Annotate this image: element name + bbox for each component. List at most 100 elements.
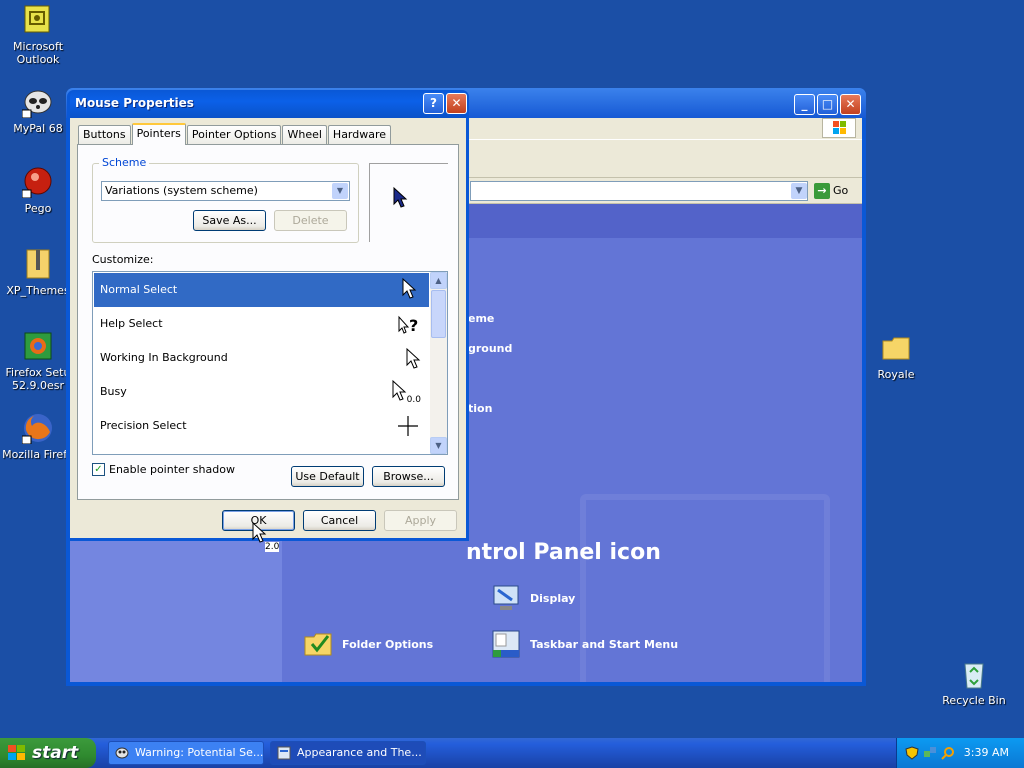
tab-hardware[interactable]: Hardware (327, 125, 392, 145)
arrow-cursor-icon (393, 186, 408, 208)
mouse-properties-dialog[interactable]: Mouse Properties ? ✕ Buttons Pointers Po… (67, 90, 469, 541)
tab-wheel[interactable]: Wheel (282, 125, 327, 145)
desktop-icon-pego[interactable]: Pego (0, 166, 76, 215)
list-item-label: Normal Select (100, 283, 178, 296)
clock[interactable]: 3:39 AM (964, 738, 1009, 768)
search-icon[interactable] (941, 746, 955, 760)
crosshair-cursor-icon (398, 416, 418, 436)
task-link[interactable]: tion (468, 402, 492, 415)
taskbar-button[interactable]: Warning: Potential Se... (108, 741, 264, 765)
arrow-cursor-icon (402, 277, 417, 299)
desktop-icon-xp-themes[interactable]: XP_Themes (0, 248, 76, 297)
list-item[interactable]: Help Select ? (94, 307, 429, 341)
list-item[interactable]: Working In Background (94, 341, 429, 375)
taskbar: start Warning: Potential Se... Appearanc… (0, 738, 1024, 768)
start-button[interactable]: start (0, 738, 96, 768)
scroll-up-icon[interactable]: ▲ (430, 272, 447, 289)
task-link[interactable]: eme (468, 312, 494, 325)
minimize-button[interactable]: _ (794, 94, 815, 115)
save-as-button[interactable]: Save As... (193, 210, 266, 231)
desktop-icon-label: MyPal 68 (13, 122, 63, 135)
cp-item-display[interactable]: Display (490, 582, 575, 614)
list-item-label: Help Select (100, 317, 163, 330)
desktop-icon-royale[interactable]: Royale (858, 332, 934, 381)
arrow-cursor-icon (406, 347, 421, 369)
outlook-icon (22, 4, 54, 36)
browse-button[interactable]: Browse... (372, 466, 445, 487)
pointers-tab-panel: Scheme Variations (system scheme) ▼ Save… (77, 144, 459, 500)
pointer-shadow-checkbox[interactable]: ✓ (92, 463, 105, 476)
dialog-body: Buttons Pointers Pointer Options Wheel H… (70, 118, 466, 538)
display-icon (490, 582, 522, 614)
cp-item-label: Taskbar and Start Menu (530, 637, 679, 651)
list-item-label: Working In Background (100, 351, 228, 364)
folder-options-icon (302, 628, 334, 660)
maximize-button[interactable]: □ (817, 94, 838, 115)
tab-pointer-options[interactable]: Pointer Options (186, 125, 282, 145)
dialog-titlebar[interactable]: Mouse Properties ? ✕ (70, 90, 467, 118)
use-default-button[interactable]: Use Default (291, 466, 364, 487)
help-cursor-icon: ? (398, 315, 418, 335)
task-label: Warning: Potential Se... (135, 746, 264, 759)
desktop-icon-firefox-setup[interactable]: Firefox Setu 52.9.0esr (0, 330, 76, 392)
desktop-icon-label: Mozilla Firefo (2, 448, 74, 461)
cp-item-folder-options[interactable]: Folder Options (302, 628, 433, 660)
tab-buttons[interactable]: Buttons (78, 125, 131, 145)
cancel-button[interactable]: Cancel (303, 510, 376, 531)
start-label: start (32, 743, 79, 763)
desktop-icon-label: Royale (877, 368, 915, 381)
pick-icon-heading: ntrol Panel icon (466, 540, 661, 565)
svg-text:?: ? (409, 316, 418, 335)
system-tray: 3:39 AM (896, 738, 1024, 768)
scroll-thumb[interactable] (431, 290, 446, 338)
cp-item-taskbar[interactable]: Taskbar and Start Menu (490, 628, 678, 660)
windows-logo-icon (822, 118, 856, 138)
pointer-list[interactable]: Normal Select Help Select ? Working In B… (92, 271, 448, 455)
list-item[interactable]: Busy 0.0 (94, 375, 429, 409)
close-button[interactable]: ✕ (446, 93, 467, 114)
task-label: Appearance and The... (297, 746, 422, 759)
list-item[interactable]: Normal Select (94, 273, 429, 307)
chevron-down-icon[interactable]: ▼ (791, 183, 807, 199)
delete-button[interactable]: Delete (274, 210, 347, 231)
pointer-shadow-label: Enable pointer shadow (109, 463, 235, 476)
go-arrow-icon: → (814, 183, 830, 199)
list-scrollbar[interactable]: ▲ ▼ (430, 272, 447, 454)
scheme-dropdown[interactable]: Variations (system scheme) ▼ (101, 181, 350, 201)
tab-pointers[interactable]: Pointers (131, 123, 186, 145)
folder-icon (880, 332, 912, 364)
firefox-setup-icon (22, 330, 54, 362)
scheme-legend: Scheme (99, 156, 150, 169)
cp-item-label: Display (530, 591, 576, 605)
desktop-icon-label: Firefox Setu 52.9.0esr (5, 366, 71, 392)
list-item-label: Busy (100, 385, 127, 398)
network-icon[interactable] (923, 746, 937, 760)
apply-button[interactable]: Apply (384, 510, 457, 531)
cursor-badge: 2.0 (265, 542, 280, 552)
dialog-title: Mouse Properties (75, 96, 194, 110)
go-button[interactable]: → Go (814, 181, 854, 201)
list-item[interactable]: Precision Select (94, 409, 429, 443)
close-button[interactable]: ✕ (840, 94, 861, 115)
desktop-icon-firefox[interactable]: Mozilla Firefo (0, 412, 76, 461)
taskbar-icon (490, 628, 522, 660)
task-link[interactable]: ground (468, 342, 512, 355)
windows-flag-icon (8, 745, 25, 760)
control-panel-icon (277, 746, 291, 760)
chevron-down-icon[interactable]: ▼ (332, 183, 348, 199)
help-button[interactable]: ? (423, 93, 444, 114)
mypal-icon (21, 86, 54, 119)
desktop-icon-mypal[interactable]: MyPal 68 (0, 86, 76, 135)
desktop-icon-outlook[interactable]: Microsoft Outlook (0, 4, 76, 66)
desktop-icon-label: Recycle Bin (942, 694, 1006, 707)
desktop-icon-recycle-bin[interactable]: Recycle Bin (936, 658, 1012, 707)
address-input[interactable]: ▼ (470, 181, 808, 201)
recycle-bin-icon (958, 658, 990, 690)
customize-label: Customize: (92, 253, 154, 266)
security-shield-icon[interactable] (905, 746, 919, 760)
scroll-down-icon[interactable]: ▼ (430, 437, 447, 454)
go-label: Go (833, 184, 849, 197)
desktop-icon-label: Pego (24, 202, 52, 215)
scheme-value: Variations (system scheme) (105, 184, 258, 197)
taskbar-button[interactable]: Appearance and The... (270, 741, 426, 765)
